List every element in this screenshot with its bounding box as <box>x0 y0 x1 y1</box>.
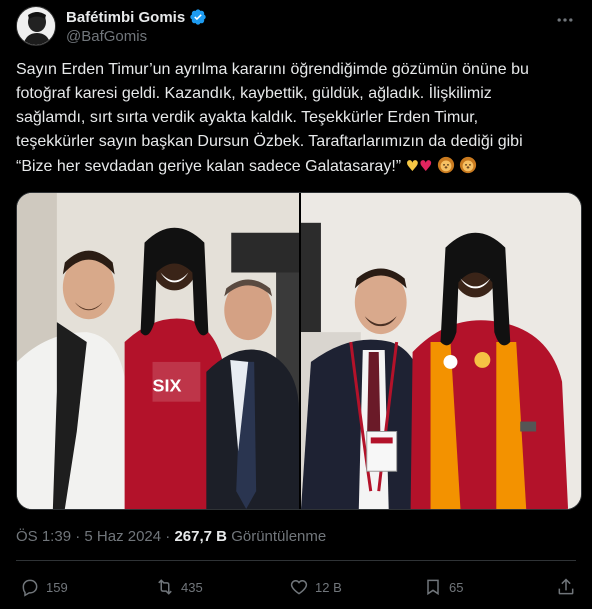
bookmark-icon <box>427 579 439 596</box>
tweet-date[interactable]: 5 Haz 2024 <box>84 528 161 545</box>
author-name-row: Bafétimbi Gomis <box>66 8 207 26</box>
yellow-heart-icon: ♥ <box>405 157 420 175</box>
tweet-card: Bafétimbi Gomis @BafGomis Sayın Erden Ti… <box>0 0 592 609</box>
like-count: 12 B <box>315 579 342 595</box>
retweet-count: 435 <box>181 579 203 595</box>
share-icon <box>558 578 574 595</box>
red-heart-icon: ♥ <box>419 157 433 175</box>
reply-count: 159 <box>46 579 68 595</box>
reply-icon <box>22 579 38 597</box>
like-button[interactable]: 12 B <box>289 572 342 602</box>
tweet-time[interactable]: ÖS 1:39 <box>16 528 71 545</box>
retweet-button[interactable]: 435 <box>155 572 203 602</box>
views-label: Görüntülenme <box>231 528 327 545</box>
author-avatar[interactable] <box>16 6 56 46</box>
tweet-meta: ÖS 1:39 · 5 Haz 2024 · 267,7 B Görüntüle… <box>16 528 326 545</box>
divider <box>16 560 576 561</box>
tweet-text-line-last: “Bize her sevdadan geriye kalan sadece G… <box>16 154 576 179</box>
more-options-icon[interactable] <box>554 10 576 28</box>
tweet-text: Sayın Erden Timur’un ayrılma kararını öğ… <box>16 58 576 179</box>
bookmark-count: 65 <box>449 579 464 595</box>
svg-text:SIX: SIX <box>153 376 182 396</box>
photo-two-men-illustration <box>301 193 581 509</box>
author-handle[interactable]: @BafGomis <box>66 28 147 45</box>
meta-separator: · <box>165 528 171 545</box>
share-button[interactable] <box>556 572 576 602</box>
tweet-text-quote: “Bize her sevdadan geriye kalan sadece G… <box>16 158 402 175</box>
photo-left[interactable]: SIX <box>17 193 299 509</box>
tweet-text-line: Sayın Erden Timur’un ayrılma kararını öğ… <box>16 61 529 78</box>
heart-icon <box>290 579 308 595</box>
retweet-icon <box>158 579 172 595</box>
tweet-text-line: sağlamdı, sırt sırta verdik ayakta kaldı… <box>16 109 479 126</box>
tweet-media[interactable]: SIX <box>16 192 582 510</box>
tweet-header: Bafétimbi Gomis @BafGomis <box>16 6 576 48</box>
photo-right[interactable] <box>301 193 581 509</box>
verified-badge-icon <box>190 9 206 25</box>
tweet-actions: 159 435 12 B 65 <box>16 572 576 602</box>
tweet-text-line: teşekkürler sayın başkan Dursun Özbek. T… <box>16 133 523 150</box>
lion-face-icon <box>460 156 477 174</box>
ellipsis-icon <box>557 18 573 22</box>
bookmark-button[interactable]: 65 <box>423 572 463 602</box>
lion-face-icon <box>437 156 455 174</box>
tweet-text-line: fotoğraf karesi geldi. Kazandık, kaybett… <box>16 85 492 102</box>
meta-separator: · <box>75 528 81 545</box>
views-count: 267,7 B <box>174 528 228 545</box>
reply-button[interactable]: 159 <box>20 572 68 602</box>
author-name[interactable]: Bafétimbi Gomis <box>66 9 185 26</box>
photo-three-men-illustration: SIX <box>17 193 299 509</box>
